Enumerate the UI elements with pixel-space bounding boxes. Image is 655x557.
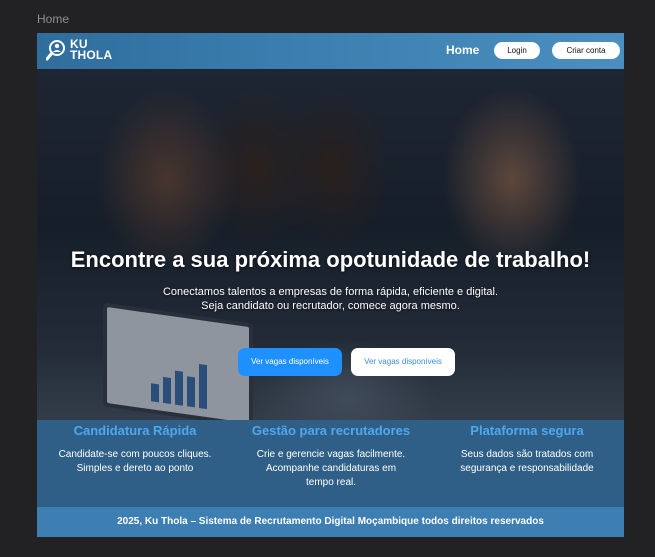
nav-home-link[interactable]: Home — [446, 43, 479, 57]
feature-line: Candidate-se com poucos cliques. — [58, 449, 212, 460]
hero-subtitle-line-2: Seja candidato ou recrutador, comece ago… — [201, 300, 460, 312]
feature-line: tempo real. — [305, 477, 357, 488]
feature-recruiter-management: Gestão para recrutadores Crie e gerencie… — [233, 420, 429, 490]
logo[interactable]: KU THOLA — [46, 37, 113, 62]
feature-line: Simples e dereto ao ponto — [76, 463, 194, 474]
feature-description: Crie e gerencie vagas facilmente. Acompa… — [233, 448, 429, 490]
footer: 2025, Ku Thola – Sistema de Recrutamento… — [37, 507, 624, 537]
view-jobs-button-primary[interactable]: Ver vagas disponíveis — [238, 348, 342, 376]
web-page: KU THOLA Home Login Criar conta Encontre… — [37, 33, 624, 537]
view-jobs-button-secondary[interactable]: Ver vagas disponíveis — [351, 348, 455, 376]
hero-title: Encontre a sua próxima opotunidade de tr… — [70, 247, 591, 272]
hero-section: Encontre a sua próxima opotunidade de tr… — [37, 69, 624, 428]
feature-secure-platform: Plataforma segura Seus dados são tratado… — [429, 420, 624, 476]
feature-quick-application: Candidatura Rápida Candidate-se com pouc… — [37, 420, 233, 476]
features-section: Candidatura Rápida Candidate-se com pouc… — [37, 420, 624, 507]
feature-title: Gestão para recrutadores — [251, 423, 411, 438]
feature-line: segurança e responsabilidade — [460, 463, 594, 474]
hero-subtitle: Conectamos talentos a empresas de forma … — [37, 285, 624, 313]
logo-text: KU THOLA — [70, 37, 113, 62]
top-navbar: KU THOLA Home Login Criar conta — [37, 33, 624, 69]
search-person-icon — [46, 39, 66, 61]
signup-button[interactable]: Criar conta — [552, 42, 620, 59]
feature-title: Plataforma segura — [470, 423, 584, 438]
feature-title: Candidatura Rápida — [73, 423, 197, 438]
login-button[interactable]: Login — [494, 42, 540, 59]
window-title: Home — [37, 12, 70, 26]
feature-description: Candidate-se com poucos cliques. Simples… — [37, 448, 233, 476]
feature-line: Seus dados são tratados com — [460, 449, 594, 460]
feature-description: Seus dados são tratados com segurança e … — [429, 448, 624, 476]
feature-line: Crie e gerencie vagas facilmente. — [256, 449, 406, 460]
hero-subtitle-line-1: Conectamos talentos a empresas de forma … — [162, 286, 499, 298]
feature-line: Acompanhe candidaturas em — [265, 463, 397, 474]
